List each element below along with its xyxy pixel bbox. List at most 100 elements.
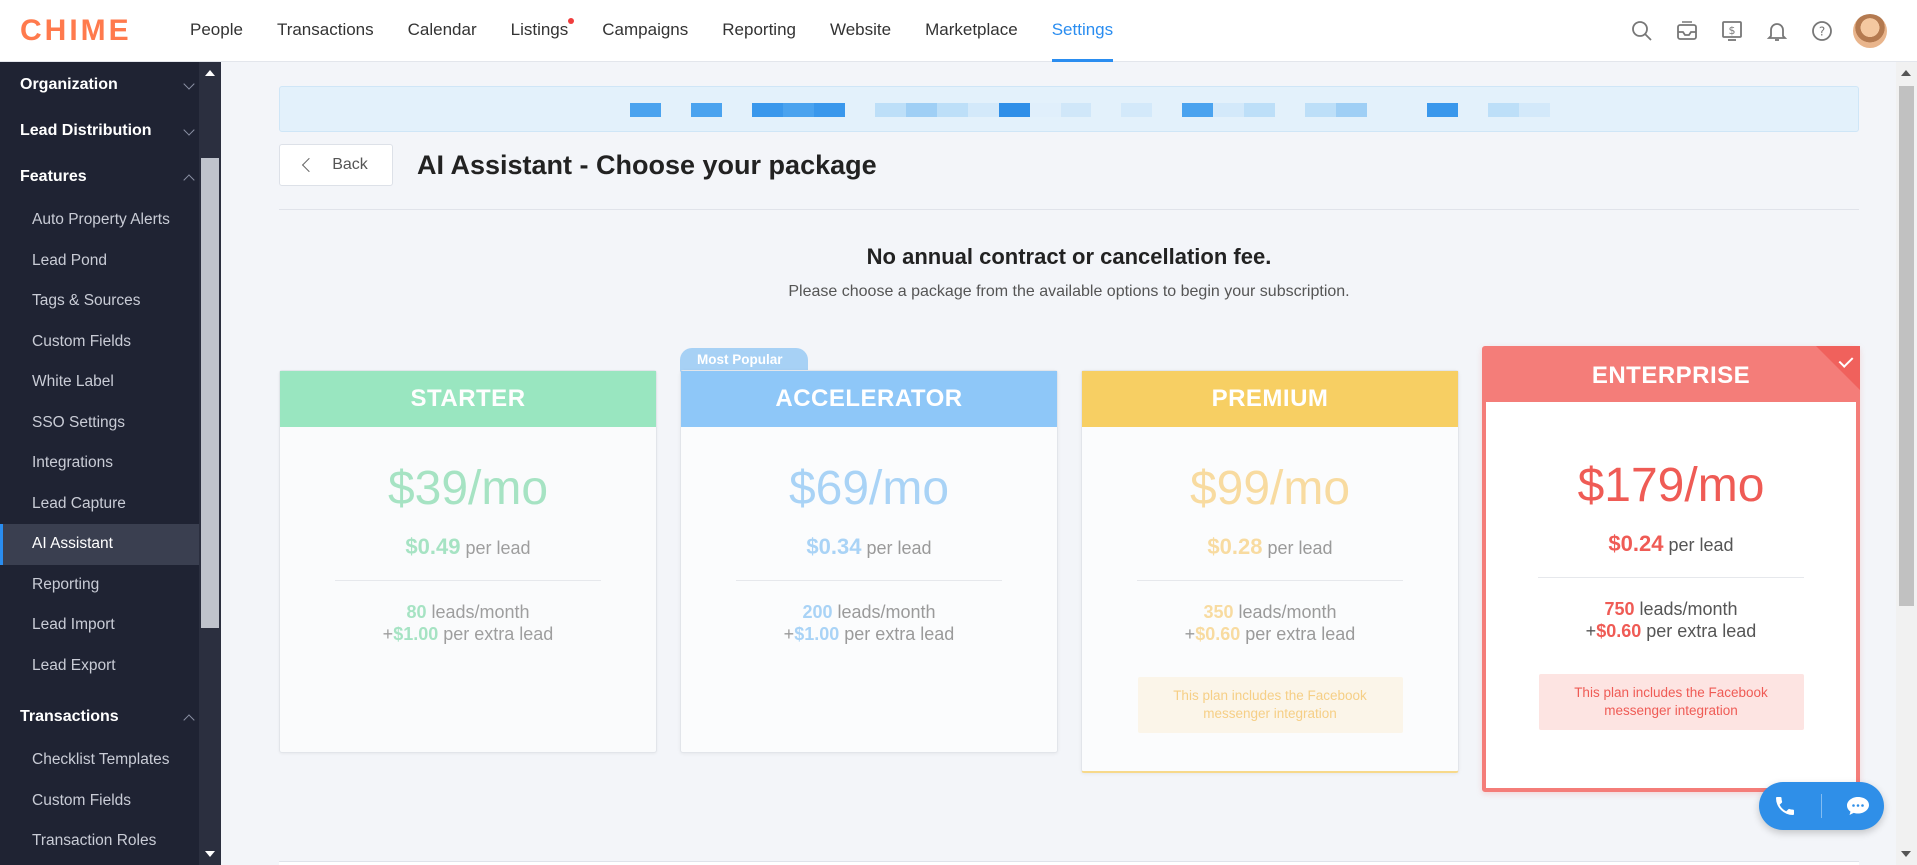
plan-price: $69/mo [788, 462, 950, 515]
extra-label: per extra lead [844, 624, 955, 644]
plan-per-lead: $0.49 per lead [280, 534, 656, 560]
extra-price: $0.60 [1195, 624, 1241, 644]
sidebar-item-auto-property-alerts[interactable]: Auto Property Alerts [0, 200, 221, 241]
scrollbar-thumb[interactable] [1899, 86, 1914, 606]
sidebar-section-lead-distribution[interactable]: Lead Distribution [0, 108, 221, 154]
pricing-headline: No annual contract or cancellation fee. [866, 244, 1272, 269]
sidebar-section-features[interactable]: Features [0, 154, 221, 200]
extra-label: per extra lead [443, 624, 554, 644]
leads-label: leads/month [1238, 602, 1337, 622]
chevron-up-icon [183, 714, 195, 726]
sidebar-item-transaction-roles[interactable]: Transaction Roles [0, 821, 221, 862]
sidebar-item-lead-pond[interactable]: Lead Pond [0, 241, 221, 282]
sidebar-section-transactions[interactable]: Transactions [0, 694, 221, 740]
main-content: Back AI Assistant - Choose your package … [221, 62, 1896, 865]
scroll-down-icon[interactable] [1901, 851, 1911, 857]
extra-price: $1.00 [794, 624, 840, 644]
extra-price: $1.00 [393, 624, 439, 644]
scroll-down-icon[interactable] [205, 851, 215, 857]
search-icon[interactable] [1628, 17, 1656, 45]
sidebar-item-lead-export[interactable]: Lead Export [0, 646, 221, 687]
extra-label: per extra lead [1245, 624, 1356, 644]
sidebar-item-tags-sources[interactable]: Tags & Sources [0, 281, 221, 322]
nav-campaigns[interactable]: Campaigns [602, 0, 688, 62]
scroll-up-icon[interactable] [205, 70, 215, 76]
sidebar-section-label: Features [20, 168, 87, 185]
help-icon[interactable]: ? [1808, 17, 1836, 45]
svg-text:?: ? [1819, 25, 1825, 39]
plan-name: PREMIUM [1082, 371, 1458, 427]
sidebar-scrollbar[interactable] [199, 62, 221, 865]
nav-settings[interactable]: Settings [1051, 0, 1114, 62]
card-divider [1538, 577, 1804, 578]
plan-per-lead: $0.34 per lead [681, 534, 1057, 560]
main-scrollbar[interactable] [1896, 62, 1917, 865]
leads-count: 200 [802, 602, 833, 622]
settings-sidebar: Organization Lead Distribution Features … [0, 62, 221, 865]
per-lead-label: per lead [465, 538, 531, 558]
plan-name: ACCELERATOR [681, 371, 1057, 427]
info-banner [279, 86, 1859, 132]
scrollbar-thumb[interactable] [201, 158, 219, 628]
sidebar-item-sso-settings[interactable]: SSO Settings [0, 403, 221, 444]
chevron-left-icon [302, 157, 317, 173]
per-lead-price: $0.49 [405, 534, 461, 559]
chevron-up-icon [183, 174, 195, 186]
avatar[interactable] [1853, 14, 1887, 48]
bell-icon[interactable] [1763, 17, 1791, 45]
main-nav: People Transactions Calendar Listings Ca… [190, 0, 1147, 62]
sidebar-item-lead-capture[interactable]: Lead Capture [0, 484, 221, 525]
selected-corner [1816, 346, 1860, 390]
sidebar-item-integrations[interactable]: Integrations [0, 443, 221, 484]
plan-leads: 200 leads/month +$1.00 per extra lead [681, 601, 1057, 645]
plan-card-enterprise[interactable]: ENTERPRISE $179/mo $0.24 per lead 750 le… [1482, 346, 1860, 792]
nav-listings-label: Listings [510, 20, 569, 39]
back-button[interactable]: Back [279, 144, 393, 186]
leads-count: 350 [1203, 602, 1234, 622]
nav-reporting[interactable]: Reporting [722, 0, 796, 62]
plan-price: $99/mo [1189, 462, 1351, 515]
nav-marketplace[interactable]: Marketplace [925, 0, 1018, 62]
sidebar-item-reporting[interactable]: Reporting [0, 565, 221, 606]
contact-widget [1759, 782, 1884, 830]
phone-icon[interactable] [1769, 790, 1801, 822]
notification-dot [568, 18, 575, 24]
extra-price: $0.60 [1596, 621, 1642, 641]
sidebar-item-ai-assistant[interactable]: AI Assistant [0, 524, 221, 565]
chime-logo[interactable]: CHIME [20, 14, 132, 48]
banner-redacted-text [630, 103, 1550, 117]
nav-people[interactable]: People [190, 0, 243, 62]
sidebar-item-custom-fields[interactable]: Custom Fields [0, 322, 221, 363]
sidebar-section-organization[interactable]: Organization [0, 62, 221, 108]
plan-card-starter[interactable]: STARTER $39/mo $0.49 per lead 80 leads/m… [279, 370, 657, 753]
chevron-down-icon [183, 78, 195, 90]
sidebar-item-checklist-templates[interactable]: Checklist Templates [0, 740, 221, 781]
most-popular-badge: Most Popular [680, 348, 808, 372]
nav-transactions[interactable]: Transactions [277, 0, 374, 62]
chat-icon[interactable] [1842, 790, 1874, 822]
billing-icon[interactable]: $ [1718, 17, 1746, 45]
sidebar-item-lead-import[interactable]: Lead Import [0, 605, 221, 646]
plan-leads: 80 leads/month +$1.00 per extra lead [280, 601, 656, 645]
plan-card-premium[interactable]: PREMIUM $99/mo $0.28 per lead 350 leads/… [1081, 370, 1459, 773]
leads-label: leads/month [1639, 599, 1738, 619]
plan-name: ENTERPRISE [1486, 350, 1856, 402]
plan-card-accelerator[interactable]: ACCELERATOR $69/mo $0.34 per lead 200 le… [680, 370, 1058, 753]
nav-calendar[interactable]: Calendar [408, 0, 477, 62]
nav-listings[interactable]: Listings [510, 0, 575, 62]
scroll-up-icon[interactable] [1901, 70, 1911, 76]
sidebar-item-white-label[interactable]: White Label [0, 362, 221, 403]
plan-price: $179/mo [1577, 459, 1765, 512]
plan-price: $39/mo [387, 462, 549, 515]
extra-prefix: + [1585, 621, 1597, 641]
nav-website[interactable]: Website [830, 0, 891, 62]
leads-label: leads/month [837, 602, 936, 622]
inbox-icon[interactable] [1673, 17, 1701, 45]
card-divider [335, 580, 601, 581]
plan-leads: 350 leads/month +$0.60 per extra lead [1082, 601, 1458, 645]
per-lead-label: per lead [1668, 535, 1734, 555]
leads-label: leads/month [431, 602, 530, 622]
top-icons: $ ? [1611, 14, 1887, 48]
sidebar-item-transaction-custom-fields[interactable]: Custom Fields [0, 781, 221, 822]
extra-prefix: + [1184, 624, 1196, 644]
